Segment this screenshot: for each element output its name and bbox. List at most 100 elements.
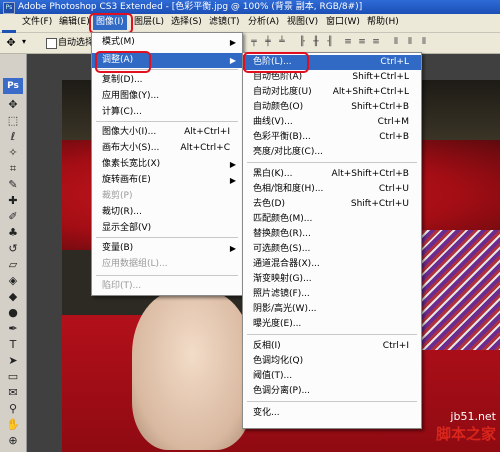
watermark: jb51.net 脚本之家 (406, 410, 500, 450)
menu-file[interactable]: 文件(F) (19, 15, 55, 30)
menu-separator (247, 162, 417, 163)
adjust-menu-item-replace-color[interactable]: 替换颜色(R)... (243, 227, 421, 242)
zoom-tool-icon[interactable]: ⊕ (5, 434, 21, 447)
adjust-menu-item-exposure[interactable]: 曝光度(E)... (243, 317, 421, 332)
image-menu-item-duplicate[interactable]: 复制(D)... (92, 73, 242, 88)
menu-analysis[interactable]: 分析(A) (245, 15, 282, 30)
menu-help[interactable]: 帮助(H) (364, 15, 402, 30)
dodge-tool-icon[interactable]: ● (5, 306, 21, 319)
paint-bucket-tool-icon[interactable]: ◈ (5, 274, 21, 287)
tool-preset-arrow-icon[interactable]: ▾ (22, 37, 26, 46)
distribute-top-icon[interactable]: ≡ (342, 37, 354, 48)
path-selection-tool-icon[interactable]: ➤ (5, 354, 21, 367)
menu-item-label: 匹配颜色(M)... (253, 214, 313, 224)
pen-tool-icon[interactable]: ✒ (5, 322, 21, 335)
menu-item-label: 计算(C)... (102, 107, 142, 117)
levels-item-callout (243, 52, 309, 73)
image-menu-item-calculations[interactable]: 计算(C)... (92, 105, 242, 120)
menu-item-shortcut: Shift+Ctrl+L (352, 72, 409, 82)
adjust-menu-item-invert[interactable]: 反相(I) Ctrl+I (243, 339, 421, 354)
menu-edit[interactable]: 编辑(E) (56, 15, 93, 30)
image-menu-item-apply-image[interactable]: 应用图像(Y)... (92, 89, 242, 104)
image-menu-item-trim[interactable]: 裁切(R)... (92, 205, 242, 220)
submenu-arrow-icon: ▶ (229, 244, 236, 253)
image-menu-item-mode[interactable]: 模式(M) ▶ (92, 35, 242, 50)
align-left-icon[interactable]: ╟ (296, 37, 308, 48)
shape-tool-icon[interactable]: ▭ (5, 370, 21, 383)
adjust-menu-item-gradient-map[interactable]: 渐变映射(G)... (243, 272, 421, 287)
clone-stamp-tool-icon[interactable]: ♣ (5, 226, 21, 239)
auto-select-checkbox[interactable] (46, 38, 57, 49)
image-menu-item-image-size[interactable]: 图像大小(I)... Alt+Ctrl+I (92, 125, 242, 140)
image-menu-item-variables[interactable]: 变量(B) ▶ (92, 241, 242, 256)
adjust-menu-item-shadow-highlight[interactable]: 阴影/高光(W)... (243, 302, 421, 317)
watermark-url: jb51.net (450, 410, 496, 423)
image-menu-item-rotate-canvas[interactable]: 旋转画布(E) ▶ (92, 173, 242, 188)
eraser-tool-icon[interactable]: ▱ (5, 258, 21, 271)
adjust-menu-item-black-white[interactable]: 黑白(K)... Alt+Shift+Ctrl+B (243, 167, 421, 182)
adjust-menu-item-photo-filter[interactable]: 照片滤镜(F)... (243, 287, 421, 302)
menu-separator (96, 121, 238, 122)
menu-view[interactable]: 视图(V) (284, 15, 321, 30)
app-icon: Ps (3, 2, 15, 14)
menu-item-shortcut: Ctrl+I (382, 341, 409, 351)
menu-select[interactable]: 选择(S) (168, 15, 205, 30)
distribute-right-icon[interactable]: ⦀ (418, 37, 430, 48)
menu-item-shortcut: Alt+Shift+Ctrl+B (331, 169, 409, 179)
adjust-menu-item-channel-mixer[interactable]: 通道混合器(X)... (243, 257, 421, 272)
adjust-menu-item-threshold[interactable]: 阈值(T)... (243, 369, 421, 384)
menu-layer[interactable]: 图层(L) (131, 15, 167, 30)
distribute-hcenter-icon[interactable]: ⦀ (404, 37, 416, 48)
image-menu-item-apply-data-set: 应用数据组(L)... (92, 257, 242, 272)
adjust-menu-item-posterize[interactable]: 色调分离(P)... (243, 384, 421, 399)
menu-item-shortcut: Ctrl+U (378, 184, 409, 194)
lasso-tool-icon[interactable]: ℓ (5, 130, 21, 143)
adjust-menu-item-curves[interactable]: 曲线(V)... Ctrl+M (243, 115, 421, 130)
blur-tool-icon[interactable]: ◆ (5, 290, 21, 303)
menu-item-label: 黑白(K)... (253, 169, 293, 179)
distribute-left-icon[interactable]: ⦀ (390, 37, 402, 48)
adjust-menu-item-equalize[interactable]: 色调均化(Q) (243, 354, 421, 369)
adjust-menu-item-auto-contrast[interactable]: 自动对比度(U) Alt+Shift+Ctrl+L (243, 85, 421, 100)
toolbox: Ps ✥ ⬚ ℓ ✧ ⌗ ✎ ✚ ✐ ♣ ↺ ▱ ◈ ◆ ● ✒ T ➤ ▭ ✉… (0, 54, 27, 452)
menu-item-label: 渐变映射(G)... (253, 274, 312, 284)
align-vcenter-icon[interactable]: ╪ (262, 37, 274, 48)
hand-tool-icon[interactable]: ✋ (5, 418, 21, 431)
window-title: Adobe Photoshop CS3 Extended - [色彩平衡.jpg… (18, 2, 363, 12)
adjust-menu-item-hue-saturation[interactable]: 色相/饱和度(H)... Ctrl+U (243, 182, 421, 197)
menu-item-label: 曝光度(E)... (253, 319, 302, 329)
adjust-menu-item-color-balance[interactable]: 色彩平衡(B)... Ctrl+B (243, 130, 421, 145)
marquee-tool-icon[interactable]: ⬚ (5, 114, 21, 127)
adjust-menu-item-variations[interactable]: 变化... (243, 406, 421, 421)
type-tool-icon[interactable]: T (5, 338, 21, 351)
image-menu-item-canvas-size[interactable]: 画布大小(S)... Alt+Ctrl+C (92, 141, 242, 156)
magic-wand-tool-icon[interactable]: ✧ (5, 146, 21, 159)
eyedropper-tool-icon[interactable]: ⚲ (5, 402, 21, 415)
align-top-icon[interactable]: ╤ (248, 37, 260, 48)
align-right-icon[interactable]: ╢ (324, 37, 336, 48)
adjust-menu-item-match-color[interactable]: 匹配颜色(M)... (243, 212, 421, 227)
adjust-menu-item-brightness-contrast[interactable]: 亮度/对比度(C)... (243, 145, 421, 160)
submenu-arrow-icon: ▶ (229, 176, 236, 185)
distribute-bottom-icon[interactable]: ≡ (370, 37, 382, 48)
image-menu-item-pixel-aspect-ratio[interactable]: 像素长宽比(X) ▶ (92, 157, 242, 172)
menu-separator (247, 334, 417, 335)
distribute-vcenter-icon[interactable]: ≡ (356, 37, 368, 48)
slice-tool-icon[interactable]: ✎ (5, 178, 21, 191)
adjust-menu-item-auto-color[interactable]: 自动颜色(O) Shift+Ctrl+B (243, 100, 421, 115)
align-bottom-icon[interactable]: ╧ (276, 37, 288, 48)
move-tool-icon[interactable]: ✥ (5, 98, 21, 111)
adjust-menu-item-desaturate[interactable]: 去色(D) Shift+Ctrl+U (243, 197, 421, 212)
adjust-menu-item-selective-color[interactable]: 可选颜色(S)... (243, 242, 421, 257)
menu-filter[interactable]: 滤镜(T) (206, 15, 243, 30)
history-brush-tool-icon[interactable]: ↺ (5, 242, 21, 255)
crop-tool-icon[interactable]: ⌗ (5, 162, 21, 175)
notes-tool-icon[interactable]: ✉ (5, 386, 21, 399)
image-menu-item-reveal-all[interactable]: 显示全部(V) (92, 221, 242, 236)
brush-tool-icon[interactable]: ✐ (5, 210, 21, 223)
align-hcenter-icon[interactable]: ╫ (310, 37, 322, 48)
healing-brush-tool-icon[interactable]: ✚ (5, 194, 21, 207)
move-tool-icon[interactable]: ✥ (4, 36, 18, 50)
menu-window[interactable]: 窗口(W) (323, 15, 363, 30)
menu-item-shortcut: Ctrl+L (380, 57, 409, 67)
